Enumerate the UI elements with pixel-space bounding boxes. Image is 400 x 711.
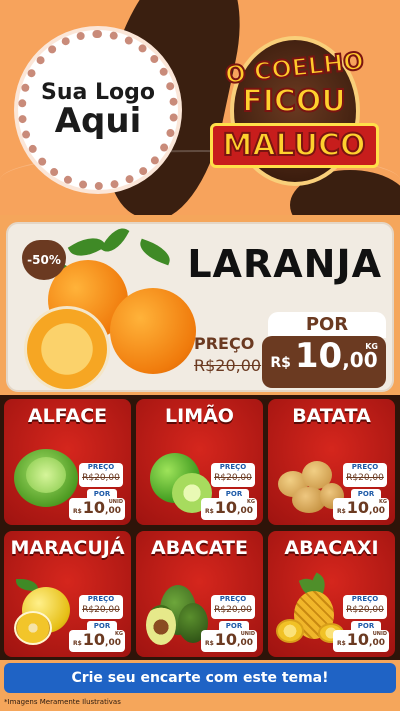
- product-name: ABACAXI: [284, 537, 379, 559]
- price-decimal: ,00: [237, 638, 253, 648]
- preco-tag: PREÇO R$20,00: [211, 595, 255, 619]
- price-integer: 10: [82, 630, 106, 649]
- product-name: BATATA: [292, 405, 371, 427]
- new-price: R$ 10 ,00 KG: [69, 630, 125, 652]
- price-integer: 10: [214, 498, 238, 517]
- currency-symbol: R$: [204, 508, 214, 515]
- currency-symbol: R$: [336, 508, 346, 515]
- old-price: R$20,00: [82, 605, 120, 615]
- preco-label: PREÇO: [87, 595, 115, 603]
- price-integer: 10: [346, 498, 370, 517]
- theme-title-line3: Maluco: [209, 123, 379, 168]
- price-unit: KG: [365, 342, 378, 351]
- preco-label: PREÇO: [194, 334, 255, 353]
- price-integer: 10: [294, 336, 343, 376]
- price-unit: KG: [379, 499, 387, 505]
- price-unit: KG: [115, 631, 123, 637]
- new-price: R$ 10 ,00 UNID: [69, 498, 125, 520]
- currency-symbol: R$: [72, 508, 82, 515]
- price-integer: 10: [214, 630, 238, 649]
- old-price: R$20,00: [346, 473, 384, 483]
- new-price: R$ 10 ,00 KG: [333, 498, 389, 520]
- old-price: R$20,00: [194, 356, 262, 375]
- preco-label: PREÇO: [219, 595, 247, 603]
- preco-tag: PREÇO R$20,00: [343, 463, 387, 487]
- old-price: R$20,00: [82, 473, 120, 483]
- currency-symbol: R$: [204, 640, 214, 647]
- header: Sua Logo Aqui O Coelho Ficou Maluco: [0, 0, 400, 215]
- preco-label: PREÇO: [87, 463, 115, 471]
- featured-product-name: LARANJA: [187, 242, 382, 286]
- price-decimal: ,00: [237, 506, 253, 516]
- por-label: POR: [268, 312, 386, 338]
- price-decimal: ,00: [105, 506, 121, 516]
- price-decimal: ,00: [369, 638, 385, 648]
- price-integer: 10: [346, 630, 370, 649]
- product-name: ALFACE: [27, 405, 108, 427]
- price-decimal: ,00: [369, 506, 385, 516]
- featured-product-card[interactable]: -50% LARANJA PREÇO R$20,00 POR R$ 10 ,00…: [6, 222, 394, 392]
- product-card[interactable]: LIMÃO PREÇO R$20,00 POR R$ 10 ,00 KG: [136, 399, 263, 525]
- featured-price-block: PREÇO R$20,00 POR R$ 10 ,00 KG: [194, 312, 386, 390]
- preco-tag: PREÇO R$20,00: [79, 595, 123, 619]
- currency-symbol: R$: [72, 640, 82, 647]
- logo-placeholder[interactable]: Sua Logo Aqui: [18, 30, 178, 190]
- preco-label: PREÇO: [219, 463, 247, 471]
- preco-label: PREÇO: [351, 463, 379, 471]
- product-name: ABACATE: [150, 537, 248, 559]
- price-integer: 10: [82, 498, 106, 517]
- product-card[interactable]: BATATA PREÇO R$20,00 POR R$ 10 ,00 KG: [268, 399, 395, 525]
- currency-symbol: R$: [336, 640, 346, 647]
- currency-symbol: R$: [270, 355, 291, 371]
- old-price: R$20,00: [214, 605, 252, 615]
- product-grid: ALFACE PREÇO R$20,00 POR R$ 10 ,00 UNID …: [0, 395, 400, 660]
- new-price: R$ 10 ,00 UNID: [201, 630, 257, 652]
- price-unit: UNID: [372, 631, 387, 637]
- new-price: R$ 10 ,00 KG: [262, 336, 386, 388]
- price-unit: UNID: [108, 499, 123, 505]
- price-decimal: ,00: [342, 348, 378, 372]
- theme-title-badge: O Coelho Ficou Maluco: [208, 36, 380, 196]
- preco-tag: PREÇO R$20,00: [211, 463, 255, 487]
- product-name: MARACUJÁ: [10, 537, 125, 559]
- preco-label: PREÇO: [351, 595, 379, 603]
- product-card[interactable]: ABACAXI PREÇO R$20,00 POR R$ 10 ,00 UNID: [268, 531, 395, 657]
- product-card[interactable]: MARACUJÁ PREÇO R$20,00 POR R$ 10 ,00 KG: [4, 531, 131, 657]
- create-flyer-button[interactable]: Crie seu encarte com este tema!: [4, 663, 396, 693]
- logo-text-line2: Aqui: [54, 100, 142, 141]
- new-price: R$ 10 ,00 UNID: [333, 630, 389, 652]
- preco-tag: PREÇO R$20,00: [79, 463, 123, 487]
- product-card[interactable]: ABACATE PREÇO R$20,00 POR R$ 10 ,00 UNID: [136, 531, 263, 657]
- preco-tag: PREÇO R$20,00: [343, 595, 387, 619]
- theme-title-line2: Ficou: [241, 83, 347, 120]
- disclaimer-text: *Imagens Meramente Ilustrativas: [4, 698, 121, 706]
- old-price: R$20,00: [346, 605, 384, 615]
- product-card[interactable]: ALFACE PREÇO R$20,00 POR R$ 10 ,00 UNID: [4, 399, 131, 525]
- price-unit: UNID: [240, 631, 255, 637]
- new-price: R$ 10 ,00 KG: [201, 498, 257, 520]
- price-decimal: ,00: [105, 638, 121, 648]
- product-name: LIMÃO: [165, 405, 234, 427]
- old-price: R$20,00: [214, 473, 252, 483]
- price-unit: KG: [247, 499, 255, 505]
